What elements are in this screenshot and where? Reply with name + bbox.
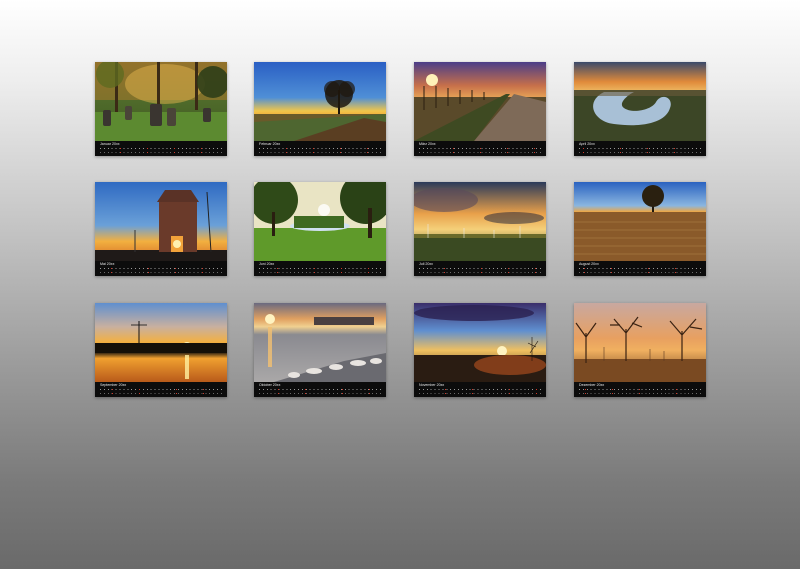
calendar-page-april[interactable]: April 20xx	[574, 62, 706, 156]
calendar-page-november[interactable]: November 20xx	[414, 303, 546, 397]
sunday-marker	[535, 267, 538, 274]
sunday-marker	[367, 147, 370, 154]
sunday-marker	[481, 267, 484, 274]
photo-december	[574, 303, 706, 382]
sunday-marker	[203, 388, 206, 395]
month-label: April 20xx	[579, 142, 595, 146]
sunday-marker	[277, 267, 280, 274]
month-label: Oktober 20xx	[259, 383, 281, 387]
sunday-marker	[647, 147, 650, 154]
sunday-marker	[509, 388, 512, 395]
sunday-marker	[305, 388, 308, 395]
calendar-page-september[interactable]: September 20xx	[95, 303, 227, 397]
photo-june	[254, 182, 386, 261]
photo-november	[414, 303, 546, 382]
sunday-marker	[147, 147, 150, 154]
sunday-marker	[120, 147, 123, 154]
sunday-marker	[278, 388, 281, 395]
photo-february	[254, 62, 386, 141]
day-grid	[419, 267, 541, 274]
day-grid	[579, 267, 701, 274]
sunday-marker	[368, 267, 371, 274]
sunday-marker	[148, 267, 151, 274]
calendar-page-february[interactable]: Februar 20xx	[254, 62, 386, 156]
photo-march	[414, 62, 546, 141]
sunday-marker	[369, 388, 372, 395]
calendar-grid: Januar 20xx Februar 20xx März 20xx April…	[0, 0, 800, 569]
sunday-marker	[584, 267, 587, 274]
sunday-marker	[508, 267, 511, 274]
sunday-marker	[445, 388, 448, 395]
calendar-page-march[interactable]: März 20xx	[414, 62, 546, 156]
photo-october	[254, 303, 386, 382]
sunday-marker	[139, 388, 142, 395]
photo-july	[414, 182, 546, 261]
sunday-marker	[202, 267, 205, 274]
sunday-marker	[583, 147, 586, 154]
sunday-marker	[507, 147, 510, 154]
sunday-marker	[536, 388, 539, 395]
photo-april	[574, 62, 706, 141]
sunday-marker	[342, 388, 345, 395]
month-label: Januar 20xx	[100, 142, 120, 146]
sunday-marker	[174, 147, 177, 154]
sunday-marker	[534, 147, 537, 154]
calendar-page-january[interactable]: Januar 20xx	[95, 62, 227, 156]
sunday-marker	[612, 388, 615, 395]
sunday-marker	[313, 147, 316, 154]
sunday-marker	[648, 267, 651, 274]
sunday-marker	[620, 147, 623, 154]
sunday-marker	[453, 147, 456, 154]
sunday-marker	[341, 267, 344, 274]
sunday-marker	[176, 388, 179, 395]
photo-august	[574, 182, 706, 261]
calendar-page-october[interactable]: Oktober 20xx	[254, 303, 386, 397]
sunday-marker	[340, 147, 343, 154]
sunday-marker	[111, 267, 114, 274]
sunday-marker	[472, 388, 475, 395]
month-label: März 20xx	[419, 142, 436, 146]
month-label: Mai 20xx	[100, 262, 115, 266]
sunday-marker	[674, 147, 677, 154]
sunday-marker	[676, 388, 679, 395]
month-label: Februar 20xx	[259, 142, 281, 146]
calendar-page-december[interactable]: Dezember 20xx	[574, 303, 706, 397]
calendar-page-august[interactable]: August 20xx	[574, 182, 706, 276]
photo-january	[95, 62, 227, 141]
day-grid	[419, 388, 541, 395]
sunday-marker	[286, 147, 289, 154]
calendar-page-july[interactable]: Juli 20xx	[414, 182, 546, 276]
sunday-marker	[611, 267, 614, 274]
month-label: Dezember 20xx	[579, 383, 605, 387]
month-label: September 20xx	[100, 383, 127, 387]
month-label: Juni 20xx	[259, 262, 275, 266]
photo-september	[95, 303, 227, 382]
sunday-marker	[675, 267, 678, 274]
month-label: August 20xx	[579, 262, 599, 266]
sunday-marker	[639, 388, 642, 395]
sunday-marker	[201, 147, 204, 154]
calendar-page-june[interactable]: Juni 20xx	[254, 182, 386, 276]
photo-may	[95, 182, 227, 261]
sunday-marker	[112, 388, 115, 395]
sunday-marker	[314, 267, 317, 274]
day-grid	[579, 147, 701, 154]
day-grid	[259, 147, 381, 154]
calendar-page-may[interactable]: Mai 20xx	[95, 182, 227, 276]
sunday-marker	[175, 267, 178, 274]
month-label: November 20xx	[419, 383, 445, 387]
sunday-marker	[480, 147, 483, 154]
sunday-marker	[444, 267, 447, 274]
month-label: Juli 20xx	[419, 262, 433, 266]
sunday-marker	[585, 388, 588, 395]
